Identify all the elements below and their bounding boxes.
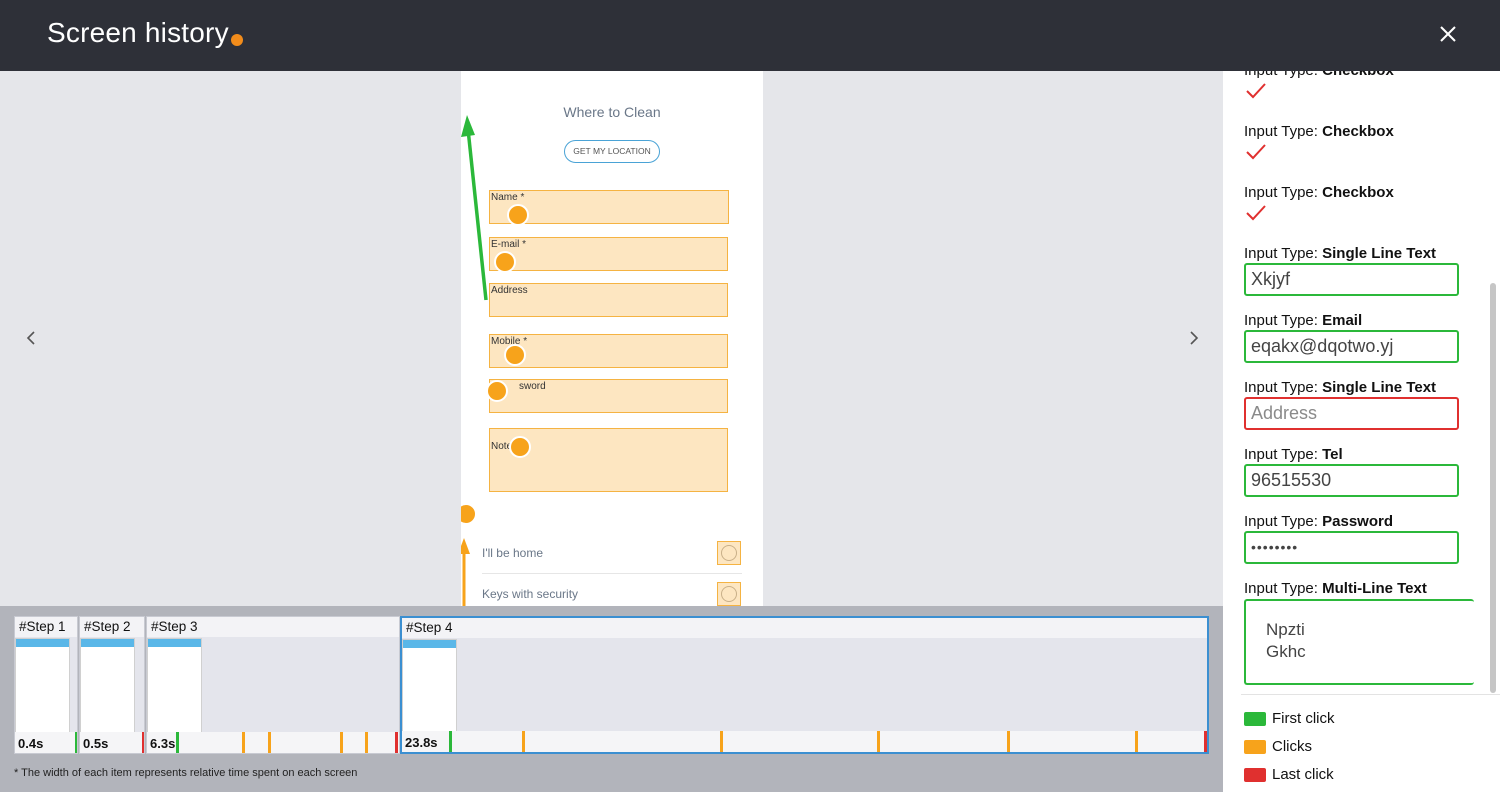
step-footer: 0.5s (80, 732, 144, 753)
step-thumbnail (15, 638, 70, 733)
step-header: #Step 4 (402, 618, 1207, 638)
divider (482, 573, 742, 574)
last-click-tick (142, 732, 144, 753)
screen-timeline: #Step 1 0.4s #Step 2 0.5s #Step 3 6.3s #… (0, 606, 1223, 792)
chevron-left-icon (26, 331, 35, 345)
sidebar-scrollbar[interactable] (1489, 71, 1497, 693)
first-click-tick (75, 732, 77, 753)
click-tick (268, 732, 271, 753)
input-entry: Input Type: Checkbox (1244, 71, 1494, 106)
step-time: 0.5s (83, 736, 109, 751)
home-option-label: I'll be home (482, 546, 543, 560)
input-type-label: Input Type: Single Line Text (1244, 245, 1437, 262)
legend-label: Last click (1272, 766, 1334, 783)
step-name: #Step 3 (151, 619, 198, 634)
checkmark-icon (1246, 144, 1266, 160)
input-type-label: Input Type: Multi-Line Text (1244, 580, 1427, 597)
step-time: 6.3s (150, 736, 176, 751)
scrollbar-thumb[interactable] (1490, 283, 1496, 693)
single-line-text-value: Xkjyf (1244, 263, 1459, 296)
click-tick (242, 732, 245, 753)
tel-value: 96515530 (1244, 464, 1459, 497)
last-click-tick (395, 732, 398, 753)
step-card[interactable]: #Step 1 0.4s (14, 616, 78, 754)
legend-swatch-orange (1244, 740, 1266, 754)
step-header: #Step 1 (15, 617, 77, 637)
email-value: eqakx@dqotwo.yj (1244, 330, 1459, 363)
step-footer: 23.8s (402, 731, 1207, 752)
brand-dot (231, 34, 243, 46)
screen-viewer: Where to Clean GET MY LOCATION Name * E-… (0, 71, 1223, 606)
first-click-tick (176, 732, 179, 753)
step-header: #Step 3 (147, 617, 399, 637)
input-type-label: Input Type: Checkbox (1244, 184, 1394, 201)
chevron-right-icon (1190, 331, 1199, 345)
checkmark-icon (1246, 83, 1266, 99)
divider (1241, 694, 1500, 695)
password-value: •••••••• (1244, 531, 1459, 564)
legend-label: First click (1272, 710, 1335, 727)
checkmark-icon (1246, 205, 1266, 221)
input-entry: Input Type: Checkbox (1244, 184, 1494, 228)
click-tick (365, 732, 368, 753)
timeline-footnote: * The width of each item represents rela… (14, 767, 358, 779)
keys-option-checkbox[interactable] (717, 582, 741, 606)
first-click-tick (449, 731, 452, 752)
screen-preview: Where to Clean GET MY LOCATION Name * E-… (461, 71, 763, 606)
step-footer: 6.3s (147, 732, 399, 753)
step-header: #Step 2 (80, 617, 144, 637)
last-click-tick (1204, 731, 1207, 752)
step-thumbnail (402, 639, 457, 734)
close-button[interactable] (1434, 20, 1462, 48)
click-tick (340, 732, 343, 753)
step-thumbnail (80, 638, 135, 733)
click-tick (1135, 731, 1138, 752)
click-tick (1007, 731, 1010, 752)
step-footer: 0.4s (15, 732, 77, 753)
click-tick (522, 731, 525, 752)
modal-header: Screen history (0, 0, 1500, 71)
legend-label: Clicks (1272, 738, 1312, 755)
multi-line-text-value: Npzti Gkhc (1244, 599, 1474, 685)
click-tick (877, 731, 880, 752)
click-tick (720, 731, 723, 752)
input-type-label: Input Type: Checkbox (1244, 71, 1494, 79)
input-details-panel: Input Type: Checkbox Input Type: Checkbo… (1223, 71, 1500, 792)
modal-title: Screen history (47, 17, 229, 48)
keys-option-label: Keys with security (482, 587, 579, 601)
close-icon (1440, 26, 1456, 42)
legend-swatch-red (1244, 768, 1266, 782)
next-screen-button[interactable] (1183, 326, 1203, 350)
home-option-checkbox[interactable] (717, 541, 741, 565)
previous-screen-button[interactable] (22, 326, 42, 350)
step-name: #Step 2 (84, 619, 131, 634)
step-time: 0.4s (18, 736, 44, 751)
input-type-label: Input Type: Checkbox (1244, 123, 1394, 140)
input-type-label: Input Type: Password (1244, 513, 1393, 530)
address-value: Address (1244, 397, 1459, 430)
step-name: #Step 4 (406, 620, 453, 635)
step-card[interactable]: #Step 3 6.3s (146, 616, 400, 754)
step-name: #Step 1 (19, 619, 66, 634)
legend-swatch-green (1244, 712, 1266, 726)
input-type-label: Input Type: Single Line Text (1244, 379, 1437, 396)
input-list[interactable]: Input Type: Checkbox Input Type: Checkbo… (1223, 71, 1500, 693)
input-type-label: Input Type: Tel (1244, 446, 1343, 463)
step-card[interactable]: #Step 2 0.5s (79, 616, 145, 754)
step-time: 23.8s (405, 735, 438, 750)
input-entry: Input Type: Checkbox (1244, 123, 1494, 167)
click-path-arrows (461, 115, 488, 606)
input-type-label: Input Type: Email (1244, 312, 1363, 329)
step-card-active[interactable]: #Step 4 23.8s (400, 616, 1209, 754)
step-thumbnail (147, 638, 202, 733)
